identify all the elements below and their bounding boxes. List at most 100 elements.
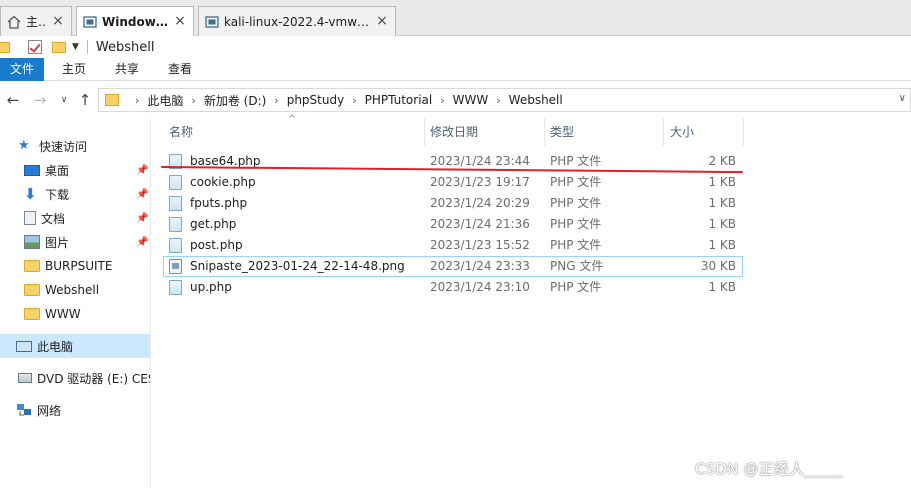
png-file-icon — [169, 259, 182, 274]
column-header-type[interactable]: 类型 — [550, 118, 660, 146]
nav-label: 快速访问 — [39, 139, 88, 154]
vm-tab-home[interactable]: 主页 × — [0, 6, 72, 36]
desktop-icon — [24, 164, 40, 176]
pin-icon[interactable]: 📌 — [136, 237, 148, 248]
file-size: 1 KB — [708, 280, 736, 294]
file-size: 1 KB — [708, 196, 736, 210]
address-bar-row: ← → ∨ ↑ › 此电脑 › 新加卷 (D:) › phpStudy › PH… — [0, 86, 911, 114]
nav-this-pc[interactable]: 此电脑 — [0, 334, 150, 358]
vm-tab-label: kali-linux-2022.4-vmware-am... — [224, 14, 371, 29]
file-row[interactable]: up.php 2023/1/24 23:10 PHP 文件 1 KB — [163, 277, 743, 298]
pin-icon[interactable]: 📌 — [136, 189, 148, 200]
close-icon[interactable]: × — [51, 14, 65, 29]
file-row[interactable]: get.php 2023/1/24 21:36 PHP 文件 1 KB — [163, 214, 743, 235]
pin-icon[interactable]: 📌 — [136, 213, 148, 224]
chevron-down-icon[interactable]: ▼ — [72, 42, 79, 52]
tab-view[interactable]: 查看 — [168, 58, 192, 81]
nav-label: BURPSUITE — [45, 259, 113, 273]
address-path[interactable]: › 此电脑 › 新加卷 (D:) › phpStudy › PHPTutoria… — [98, 88, 911, 112]
column-divider[interactable] — [743, 118, 744, 146]
forward-arrow-icon[interactable]: → — [31, 90, 49, 110]
file-row[interactable]: fputs.php 2023/1/24 20:29 PHP 文件 1 KB — [163, 193, 743, 214]
nav-label: 文档 — [41, 211, 66, 226]
breadcrumb-item[interactable]: WWW — [453, 93, 489, 107]
new-folder-icon[interactable] — [52, 41, 66, 53]
close-icon[interactable]: × — [375, 14, 389, 29]
file-row[interactable]: post.php 2023/1/23 15:52 PHP 文件 1 KB — [163, 235, 743, 256]
file-size: 2 KB — [708, 154, 736, 168]
tab-file[interactable]: 文件 — [0, 58, 44, 81]
file-type: PHP 文件 — [550, 196, 602, 210]
folder-icon — [24, 308, 40, 320]
recent-locations-chevron-icon[interactable]: ∨ — [55, 90, 73, 110]
column-divider[interactable] — [544, 118, 545, 146]
breadcrumb-item[interactable]: PHPTutorial — [365, 93, 433, 107]
chevron-right-icon[interactable]: › — [352, 94, 356, 107]
column-header-modified[interactable]: 修改日期 — [430, 118, 540, 146]
vm-tab-kali[interactable]: kali-linux-2022.4-vmware-am... × — [198, 6, 396, 36]
file-modified: 2023/1/24 23:33 — [430, 259, 530, 273]
breadcrumb-item[interactable]: phpStudy — [287, 93, 345, 107]
nav-quick-access[interactable]: ★ 快速访问 — [0, 134, 150, 158]
nav-folder-burpsuite[interactable]: BURPSUITE — [0, 254, 150, 278]
column-header-name[interactable]: 名称 — [169, 118, 419, 146]
dvd-drive-icon — [18, 373, 32, 383]
breadcrumb-item[interactable]: Webshell — [509, 93, 563, 107]
file-modified: 2023/1/24 23:10 — [430, 280, 530, 294]
nav-pictures[interactable]: 图片 📌 — [0, 230, 150, 254]
file-type: PHP 文件 — [550, 238, 602, 252]
file-type: PHP 文件 — [550, 280, 602, 294]
chevron-right-icon[interactable]: › — [274, 94, 278, 107]
nav-documents[interactable]: 文档 📌 — [0, 206, 150, 230]
chevron-right-icon[interactable]: › — [496, 94, 500, 107]
file-size: 1 KB — [708, 238, 736, 252]
file-type: PHP 文件 — [550, 217, 602, 231]
column-header-size[interactable]: 大小 — [670, 118, 740, 146]
vm-icon — [205, 15, 219, 29]
nav-folder-www[interactable]: WWW — [0, 302, 150, 326]
properties-check-icon[interactable] — [28, 40, 42, 54]
nav-downloads[interactable]: ⬇ 下载 📌 — [0, 182, 150, 206]
chevron-right-icon[interactable]: › — [440, 94, 444, 107]
nav-label: 此电脑 — [37, 339, 74, 354]
column-divider[interactable] — [424, 118, 425, 146]
tab-share[interactable]: 共享 — [115, 58, 139, 81]
chevron-right-icon[interactable]: › — [191, 94, 195, 107]
file-row[interactable]: Snipaste_2023-01-24_22-14-48.png 2023/1/… — [163, 256, 743, 277]
nav-label: 图片 — [45, 235, 70, 250]
chevron-down-icon[interactable]: ∨ — [899, 93, 906, 104]
download-icon: ⬇ — [24, 185, 37, 203]
close-icon[interactable]: × — [173, 14, 187, 29]
pictures-icon — [24, 235, 40, 249]
nav-label: Webshell — [45, 283, 100, 297]
file-name: post.php — [190, 238, 243, 252]
file-name: fputs.php — [190, 196, 248, 210]
watermark: CSDN @正经人_____ — [695, 460, 843, 478]
php-file-icon — [169, 280, 182, 295]
window-title: Webshell — [95, 39, 155, 55]
file-type: PHP 文件 — [550, 175, 602, 189]
nav-network[interactable]: 网络 — [0, 398, 150, 422]
folder-icon — [24, 284, 40, 296]
folder-icon — [0, 41, 10, 53]
file-row[interactable]: cookie.php 2023/1/23 19:17 PHP 文件 1 KB — [163, 172, 743, 193]
file-name: cookie.php — [190, 175, 256, 189]
up-arrow-icon[interactable]: ↑ — [76, 90, 94, 110]
breadcrumb-item[interactable]: 此电脑 — [147, 92, 183, 109]
nav-label: 桌面 — [45, 163, 70, 178]
tab-home[interactable]: 主页 — [62, 58, 86, 81]
pane-divider[interactable] — [150, 118, 151, 488]
file-modified: 2023/1/23 15:52 — [430, 238, 530, 252]
file-name: base64.php — [190, 154, 261, 168]
nav-label: DVD 驱动器 (E:) CES — [37, 371, 150, 386]
pin-icon[interactable]: 📌 — [136, 165, 148, 176]
vm-tab-windows10[interactable]: Windows10 × — [76, 6, 194, 37]
back-arrow-icon[interactable]: ← — [4, 90, 22, 110]
toolbar-divider — [86, 40, 88, 54]
breadcrumb-item[interactable]: 新加卷 (D:) — [204, 92, 266, 109]
nav-dvd-drive[interactable]: DVD 驱动器 (E:) CES — [0, 366, 150, 390]
column-divider[interactable] — [663, 118, 664, 146]
file-size: 30 KB — [700, 259, 736, 273]
nav-desktop[interactable]: 桌面 📌 — [0, 158, 150, 182]
nav-folder-webshell[interactable]: Webshell — [0, 278, 150, 302]
